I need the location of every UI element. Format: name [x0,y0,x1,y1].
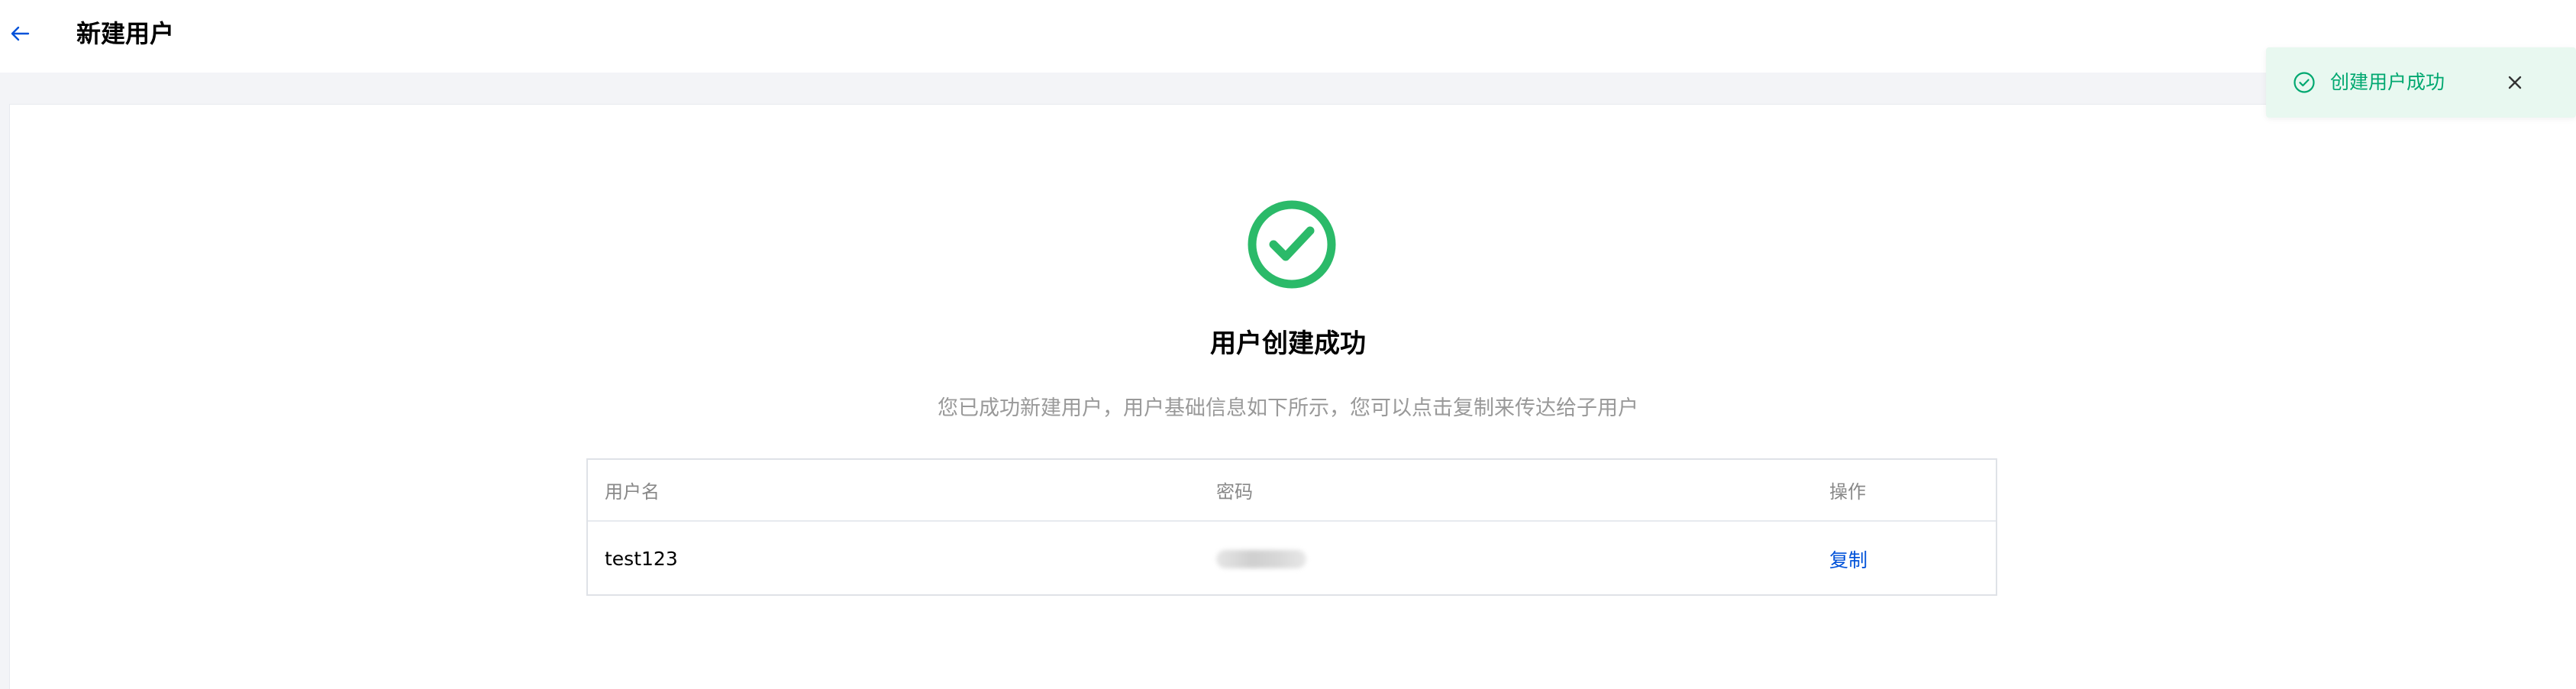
result-description: 您已成功新建用户，用户基础信息如下所示，您可以点击复制来传达给子用户 [938,396,1638,420]
password-cell [1216,523,1306,594]
back-button[interactable] [6,20,34,47]
table-header-row: 用户名 密码 操作 [588,460,1996,522]
column-header-password: 密码 [1216,481,1253,503]
arrow-left-icon [11,26,30,41]
page-header: 新建用户 [0,0,2576,73]
username-cell: test123 [605,548,678,570]
column-header-username: 用户名 [605,481,660,503]
copy-link[interactable]: 复制 [1829,545,1867,573]
close-icon [2508,76,2522,89]
toast-close-button[interactable] [2500,68,2529,97]
table-row: test123 复制 [588,523,1996,594]
column-header-action: 操作 [1829,481,1866,503]
masked-password [1216,549,1306,568]
page-title: 新建用户 [76,19,175,48]
action-cell: 复制 [1829,523,1867,594]
result-title: 用户创建成功 [1210,328,1366,359]
check-circle-icon [1248,200,1336,289]
toast-message: 创建用户成功 [2330,71,2445,93]
check-circle-icon [2294,72,2315,93]
user-info-table: 用户名 密码 操作 test123 复制 [586,458,1997,596]
success-toast: 创建用户成功 [2266,47,2576,118]
